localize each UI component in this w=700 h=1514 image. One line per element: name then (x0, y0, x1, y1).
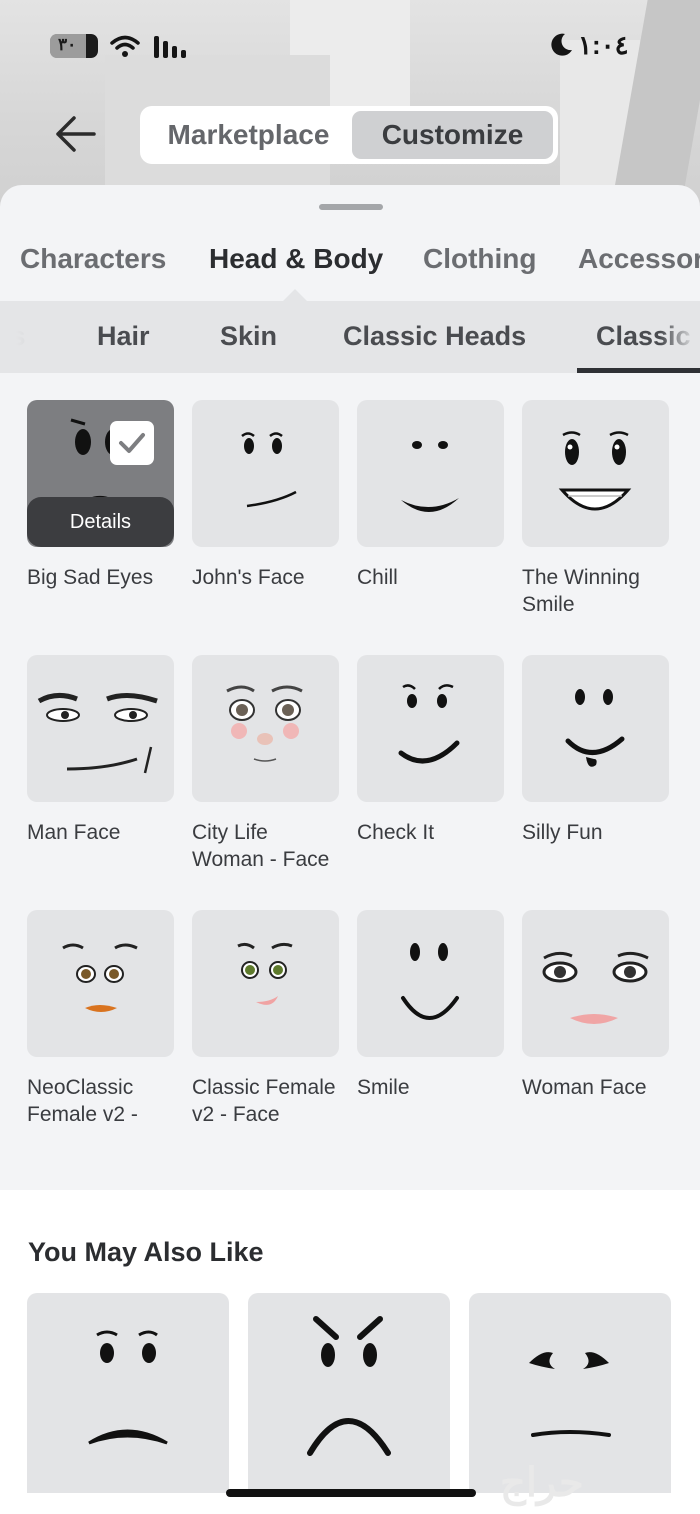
item-name: Chill (357, 566, 398, 589)
classic-female-face-icon (237, 942, 293, 1005)
smile-face-icon (401, 943, 459, 1020)
sad-face-icon (88, 1330, 168, 1445)
winning-smile-face-icon (558, 431, 632, 511)
clock: ١:٠٤ (578, 30, 629, 60)
item-thumbnail[interactable] (522, 655, 669, 802)
tab-marketplace[interactable]: Marketplace (145, 111, 352, 159)
angry-face-icon (307, 1316, 391, 1456)
man-face-icon (37, 693, 158, 774)
item-name: Smile (357, 1076, 410, 1099)
battery-percent: ٣٠ (58, 35, 77, 54)
tab-clothing[interactable]: Clothing (423, 243, 537, 275)
customize-sheet: Characters Head & Body Clothing Accessor… (0, 185, 700, 1514)
tab-characters[interactable]: Characters (20, 243, 166, 275)
item-card[interactable]: Details Big Sad Eyes (27, 400, 177, 591)
item-card[interactable]: NeoClassic Female v2 - (27, 910, 177, 1128)
item-thumbnail[interactable] (357, 400, 504, 547)
item-thumbnail[interactable]: Details (27, 400, 174, 547)
recommendations-title: You May Also Like (28, 1237, 264, 1267)
item-thumbnail[interactable] (192, 910, 339, 1057)
subtab-hair[interactable]: Hair (97, 321, 150, 352)
item-name: The Winning Smile (522, 566, 640, 616)
selected-check-icon (110, 421, 154, 465)
item-thumbnail[interactable] (192, 655, 339, 802)
item-name: City Life Woman - Face (192, 821, 330, 871)
wifi-icon (110, 35, 140, 57)
active-subtab-underline (577, 368, 700, 373)
recommended-item[interactable] (27, 1293, 229, 1493)
home-indicator[interactable] (226, 1489, 476, 1497)
item-name: Silly Fun (522, 821, 603, 844)
back-arrow-icon[interactable] (52, 114, 98, 154)
item-card[interactable]: City Life Woman - Face (192, 655, 342, 873)
item-thumbnail[interactable] (27, 655, 174, 802)
moon-icon (551, 33, 572, 56)
item-name: John's Face (192, 566, 305, 589)
signal-icon (154, 36, 186, 58)
tab-customize[interactable]: Customize (351, 111, 553, 159)
category-tabs: Characters Head & Body Clothing Accessor (0, 243, 700, 291)
details-button[interactable]: Details (27, 497, 174, 547)
item-card[interactable]: Woman Face (522, 910, 672, 1101)
active-tab-pointer (283, 289, 307, 301)
top-tab-switcher: Marketplace Customize (140, 106, 558, 164)
neoclassic-female-face-icon (62, 943, 138, 1012)
sheet-grabber[interactable] (319, 204, 383, 210)
woman-face-icon (542, 951, 649, 1024)
item-card[interactable]: Classic Female v2 - Face (192, 910, 342, 1128)
watermark: حراج (500, 1461, 584, 1505)
item-card[interactable]: Man Face (27, 655, 177, 846)
item-thumbnail[interactable] (522, 910, 669, 1057)
item-thumbnail[interactable] (522, 400, 669, 547)
item-card[interactable]: Silly Fun (522, 655, 672, 846)
item-card[interactable]: John's Face (192, 400, 342, 591)
item-thumbnail[interactable] (357, 655, 504, 802)
item-card[interactable]: Chill (357, 400, 507, 591)
chill-face-icon (401, 441, 459, 513)
item-name: Man Face (27, 821, 121, 844)
item-card[interactable]: The Winning Smile (522, 400, 672, 618)
item-name: Woman Face (522, 1076, 647, 1099)
recommended-item[interactable] (248, 1293, 450, 1493)
tab-accessories[interactable]: Accessor (578, 243, 700, 275)
subtab-skin[interactable]: Skin (220, 321, 277, 352)
item-thumbnail[interactable] (27, 910, 174, 1057)
item-name: NeoClassic Female v2 - (27, 1076, 138, 1126)
item-thumbnail[interactable] (357, 910, 504, 1057)
item-thumbnail[interactable] (192, 400, 339, 547)
johns-face-icon (241, 432, 297, 508)
battery-icon: ٣٠ (50, 34, 98, 58)
city-life-woman-face-icon (226, 685, 303, 762)
check-it-face-icon (398, 684, 460, 764)
subtab-classic-heads[interactable]: Classic Heads (343, 321, 526, 352)
item-name: Check It (357, 821, 435, 844)
item-name: Big Sad Eyes (27, 566, 154, 589)
subcategory-tabs: ds Hair Skin Classic Heads Classic (0, 301, 700, 373)
status-bar: ٣٠ ١:٠٤ (0, 28, 700, 68)
item-card[interactable]: Smile (357, 910, 507, 1101)
item-card[interactable]: Check It (357, 655, 507, 846)
silly-fun-face-icon (565, 689, 625, 767)
tab-head-body[interactable]: Head & Body (209, 243, 383, 275)
item-name: Classic Female v2 - Face (192, 1076, 336, 1126)
